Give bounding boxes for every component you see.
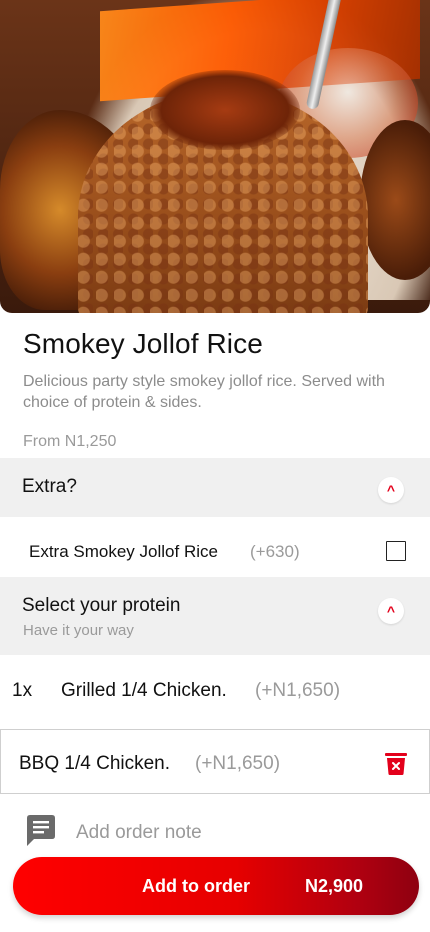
item-description: Delicious party style smokey jollof rice… [23, 373, 385, 411]
protein-option-price: (+N1,650) [195, 753, 281, 774]
order-note-field[interactable]: Add order note [0, 806, 430, 858]
protein-section-header[interactable]: Select your protein Have it your way ^ [0, 577, 430, 655]
protein-collapse-button[interactable]: ^ [378, 598, 404, 624]
extra-option-row[interactable]: Extra Smokey Jollof Rice (+630) [0, 517, 430, 577]
extra-section-header[interactable]: Extra? ^ [0, 458, 430, 517]
item-title: Smokey Jollof Rice [23, 328, 263, 359]
add-to-order-button[interactable]: Add to order N2,900 [13, 857, 419, 915]
topping-graphic [150, 70, 300, 150]
protein-section-subtitle: Have it your way [23, 622, 134, 639]
note-icon [27, 815, 55, 846]
add-to-order-label: Add to order [142, 876, 250, 896]
chevron-up-icon: ^ [386, 482, 396, 498]
protein-option-name: BBQ 1/4 Chicken. [19, 753, 171, 774]
protein-price: (+N1,650) [255, 680, 341, 701]
protein-quantity: 1x [12, 680, 33, 701]
protein-option-row[interactable]: BBQ 1/4 Chicken. (+N1,650) [0, 729, 430, 794]
extra-option-checkbox[interactable] [386, 541, 406, 561]
protein-section-label: Select your protein [22, 595, 181, 616]
selected-protein-row[interactable]: 1x Grilled 1/4 Chicken. (+N1,650) [0, 655, 430, 729]
extra-option-name: Extra Smokey Jollof Rice [29, 542, 218, 561]
order-note-placeholder: Add order note [76, 822, 202, 843]
extra-option-price: (+630) [250, 542, 300, 561]
food-image [0, 0, 430, 313]
chevron-up-icon: ^ [386, 603, 396, 619]
delete-icon[interactable] [383, 750, 409, 776]
item-from-price: From N1,250 [23, 433, 117, 450]
protein-name: Grilled 1/4 Chicken. [61, 680, 227, 701]
extra-section-label: Extra? [22, 476, 77, 497]
add-to-order-price: N2,900 [305, 876, 364, 896]
extra-collapse-button[interactable]: ^ [378, 477, 404, 503]
